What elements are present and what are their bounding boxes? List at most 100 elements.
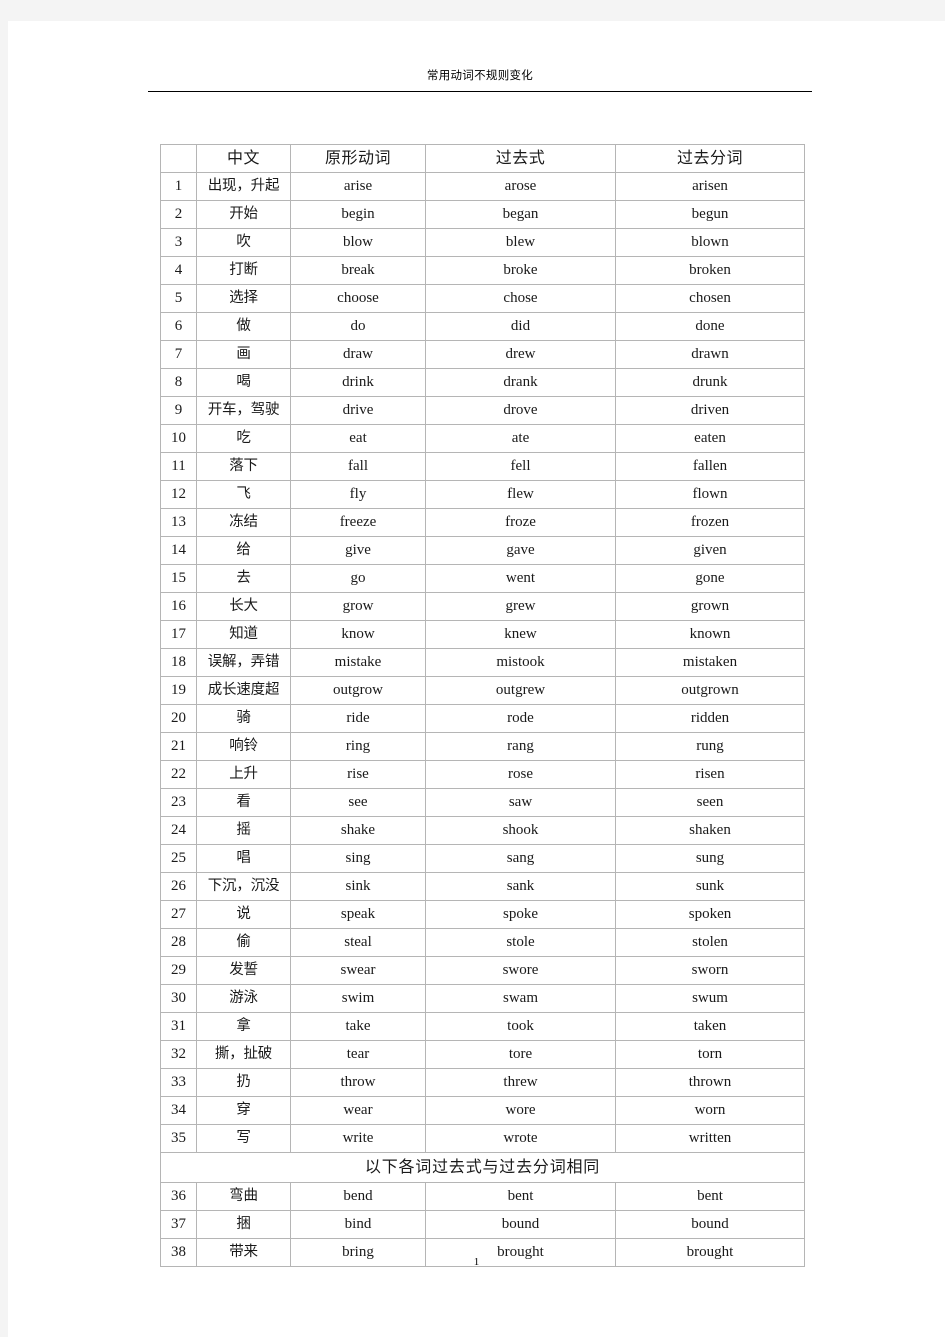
table-row: 2 开始 begin began begun — [160, 200, 805, 229]
row-index: 15 — [160, 564, 197, 593]
row-base-form: know — [290, 620, 426, 649]
row-past-participle: mistaken — [615, 648, 805, 677]
document-page: 常用动词不规则变化 中文 原形动词 过去式 过去分词 1 出现，升起 arise arose a… — [8, 21, 945, 1337]
row-past-tense: ate — [425, 424, 616, 453]
row-index: 27 — [160, 900, 197, 929]
row-past-tense: rang — [425, 732, 616, 761]
table-row: 16 长大 grow grew grown — [160, 592, 805, 621]
row-chinese-meaning: 知道 — [196, 620, 291, 649]
row-index: 26 — [160, 872, 197, 901]
row-chinese-meaning: 发誓 — [196, 956, 291, 985]
row-chinese-meaning: 捆 — [196, 1210, 291, 1239]
table-row: 31 拿 take took taken — [160, 1012, 805, 1041]
table-row: 25 唱 sing sang sung — [160, 844, 805, 873]
row-index: 16 — [160, 592, 197, 621]
row-base-form: shake — [290, 816, 426, 845]
table-row: 9 开车，驾驶 drive drove driven — [160, 396, 805, 425]
table-row: 1 出现，升起 arise arose arisen — [160, 172, 805, 201]
row-past-participle: outgrown — [615, 676, 805, 705]
row-past-participle: written — [615, 1124, 805, 1153]
row-base-form: rise — [290, 760, 426, 789]
row-index: 31 — [160, 1012, 197, 1041]
row-index: 22 — [160, 760, 197, 789]
row-chinese-meaning: 拿 — [196, 1012, 291, 1041]
row-base-form: speak — [290, 900, 426, 929]
row-past-participle: stolen — [615, 928, 805, 957]
row-past-tense: flew — [425, 480, 616, 509]
row-base-form: draw — [290, 340, 426, 369]
row-past-participle: blown — [615, 228, 805, 257]
row-index: 14 — [160, 536, 197, 565]
table-row: 24 摇 shake shook shaken — [160, 816, 805, 845]
section-note-row: 以下各词过去式与过去分词相同 — [160, 1152, 805, 1183]
row-index: 36 — [160, 1182, 197, 1211]
row-base-form: arise — [290, 172, 426, 201]
row-index: 11 — [160, 452, 197, 481]
row-past-tense: outgrew — [425, 676, 616, 705]
table-row: 22 上升 rise rose risen — [160, 760, 805, 789]
table-row: 13 冻结 freeze froze frozen — [160, 508, 805, 537]
row-chinese-meaning: 给 — [196, 536, 291, 565]
row-chinese-meaning: 做 — [196, 312, 291, 341]
row-index: 1 — [160, 172, 197, 201]
row-index: 18 — [160, 648, 197, 677]
row-past-tense: grew — [425, 592, 616, 621]
table-row: 21 响铃 ring rang rung — [160, 732, 805, 761]
row-chinese-meaning: 冻结 — [196, 508, 291, 537]
row-past-tense: rode — [425, 704, 616, 733]
row-past-participle: eaten — [615, 424, 805, 453]
row-past-tense: knew — [425, 620, 616, 649]
table-row: 28 偷 steal stole stolen — [160, 928, 805, 957]
table-row: 34 穿 wear wore worn — [160, 1096, 805, 1125]
table-row: 23 看 see saw seen — [160, 788, 805, 817]
table-row: 6 做 do did done — [160, 312, 805, 341]
row-index: 30 — [160, 984, 197, 1013]
row-past-participle: thrown — [615, 1068, 805, 1097]
row-past-tense: bound — [425, 1210, 616, 1239]
row-base-form: throw — [290, 1068, 426, 1097]
row-past-tense: took — [425, 1012, 616, 1041]
row-chinese-meaning: 喝 — [196, 368, 291, 397]
row-index: 9 — [160, 396, 197, 425]
table-body: 中文 原形动词 过去式 过去分词 1 出现，升起 arise arose arisen 2 开始 be… — [160, 144, 805, 1267]
row-base-form: ring — [290, 732, 426, 761]
row-chinese-meaning: 写 — [196, 1124, 291, 1153]
row-chinese-meaning: 看 — [196, 788, 291, 817]
column-header-past-participle: 过去分词 — [615, 144, 805, 173]
row-chinese-meaning: 响铃 — [196, 732, 291, 761]
row-index: 28 — [160, 928, 197, 957]
row-base-form: freeze — [290, 508, 426, 537]
table-row: 15 去 go went gone — [160, 564, 805, 593]
page-number: 1 — [473, 1256, 480, 1268]
row-past-tense: blew — [425, 228, 616, 257]
table-header-row: 中文 原形动词 过去式 过去分词 — [160, 144, 805, 173]
row-past-participle: spoken — [615, 900, 805, 929]
row-past-participle: frozen — [615, 508, 805, 537]
row-past-participle: driven — [615, 396, 805, 425]
row-past-tense: went — [425, 564, 616, 593]
document-title: 常用动词不规则变化 — [426, 70, 534, 82]
row-index: 33 — [160, 1068, 197, 1097]
row-past-participle: known — [615, 620, 805, 649]
row-chinese-meaning: 打断 — [196, 256, 291, 285]
row-past-tense: sang — [425, 844, 616, 873]
table-row: 4 打断 break broke broken — [160, 256, 805, 285]
table-row: 12 飞 fly flew flown — [160, 480, 805, 509]
row-chinese-meaning: 下沉，沉没 — [196, 872, 291, 901]
row-index: 6 — [160, 312, 197, 341]
row-base-form: swear — [290, 956, 426, 985]
row-past-participle: swum — [615, 984, 805, 1013]
row-index: 5 — [160, 284, 197, 313]
row-base-form: blow — [290, 228, 426, 257]
row-index: 4 — [160, 256, 197, 285]
row-chinese-meaning: 开车，驾驶 — [196, 396, 291, 425]
row-past-tense: did — [425, 312, 616, 341]
row-chinese-meaning: 误解，弄错 — [196, 648, 291, 677]
row-chinese-meaning: 弯曲 — [196, 1182, 291, 1211]
row-chinese-meaning: 选择 — [196, 284, 291, 313]
row-chinese-meaning: 出现，升起 — [196, 172, 291, 201]
row-past-tense: broke — [425, 256, 616, 285]
row-index: 13 — [160, 508, 197, 537]
section-note-text: 以下各词过去式与过去分词相同 — [160, 1152, 805, 1183]
row-base-form: bind — [290, 1210, 426, 1239]
